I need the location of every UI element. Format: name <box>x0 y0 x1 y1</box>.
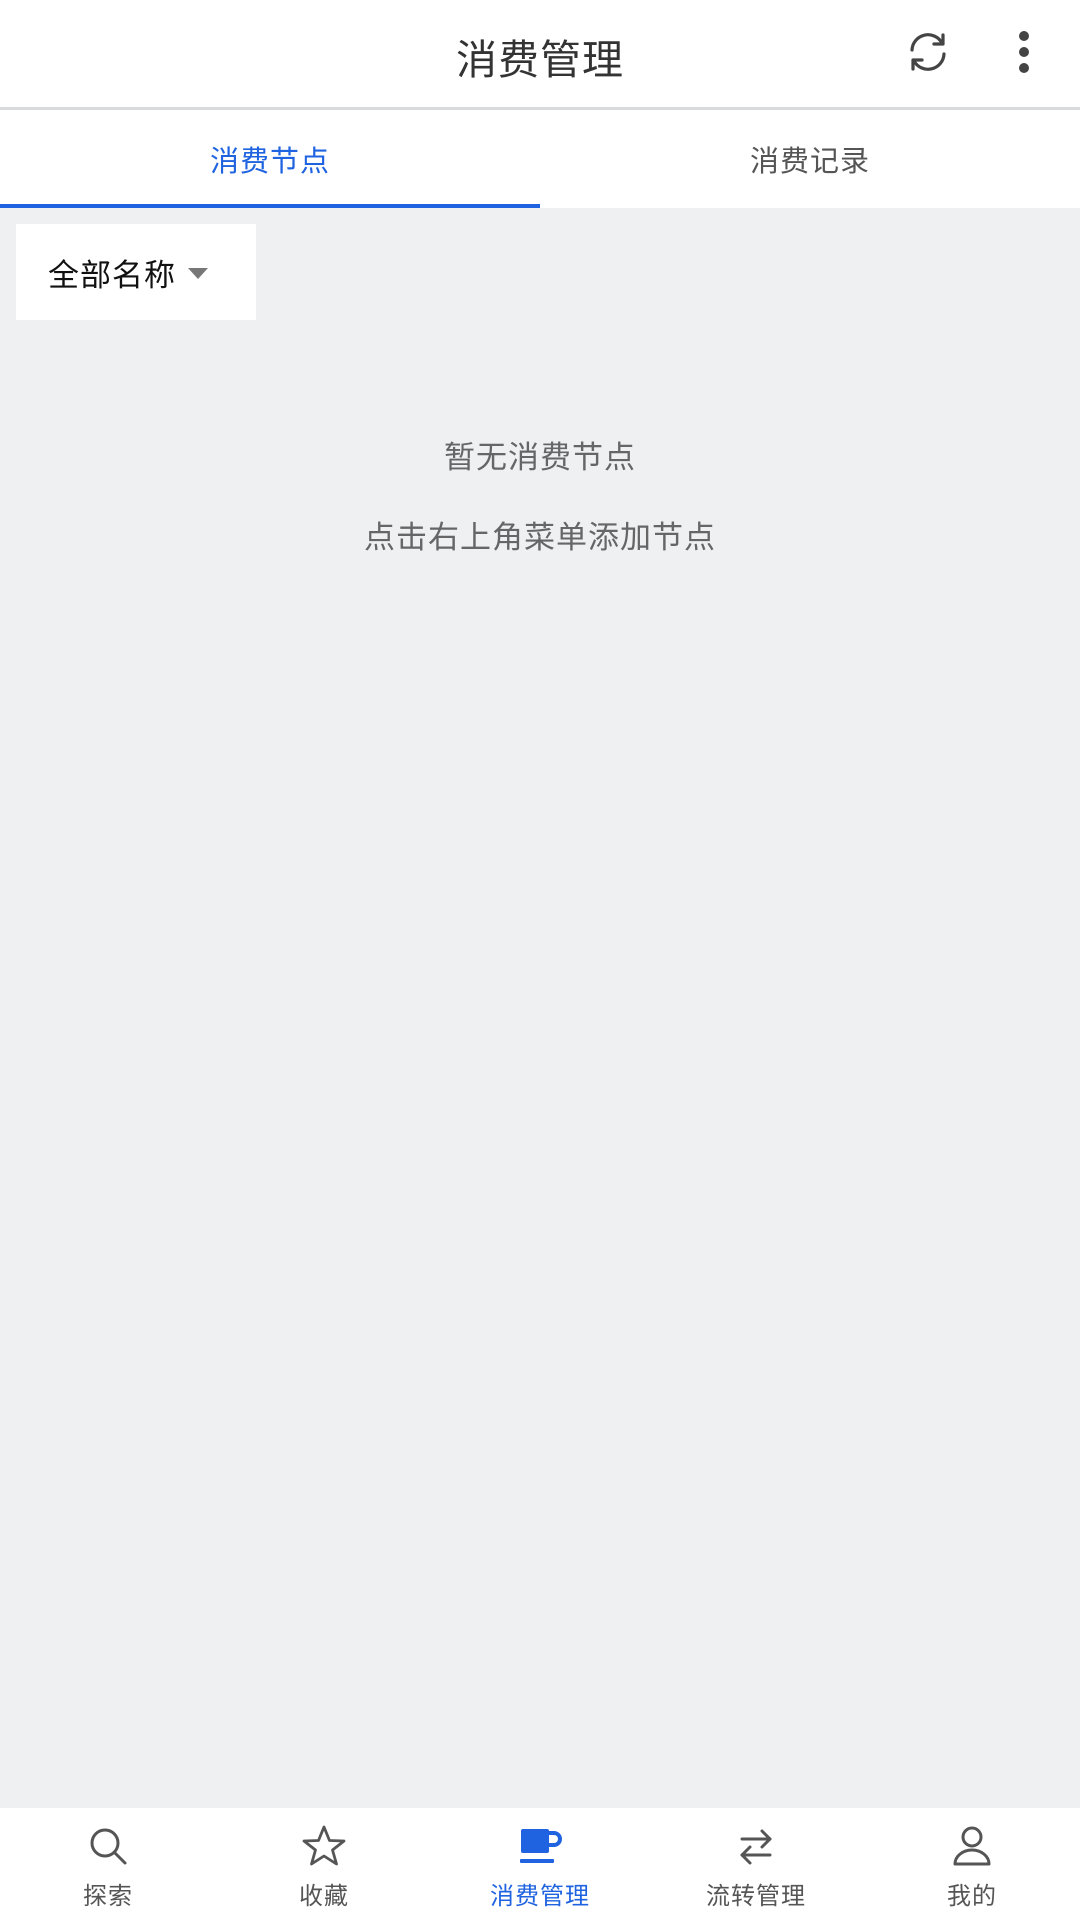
tab-consumption-records[interactable]: 消费记录 <box>540 110 1080 208</box>
caret-down-icon <box>188 267 208 279</box>
bottom-navigation: 探索 收藏 消费管理 流转管理 我的 <box>0 1808 1080 1920</box>
active-tab-indicator <box>0 204 540 208</box>
nav-item-consumption-management[interactable]: 消费管理 <box>432 1808 648 1920</box>
nav-label: 收藏 <box>299 1882 349 1910</box>
empty-state-title: 暂无消费节点 <box>444 440 636 476</box>
nav-item-explore[interactable]: 探索 <box>0 1808 216 1920</box>
swap-arrows-icon <box>732 1822 780 1870</box>
more-menu-button[interactable] <box>994 22 1054 82</box>
nav-item-favorites[interactable]: 收藏 <box>216 1808 432 1920</box>
coffee-cup-icon <box>516 1822 564 1870</box>
tab-bar: 消费节点 消费记录 <box>0 110 1080 208</box>
nav-label: 流转管理 <box>706 1882 806 1910</box>
more-vertical-icon <box>1019 31 1029 73</box>
nav-label: 我的 <box>947 1882 997 1910</box>
app-root: 消费管理 消费节点 消费记录 全部名称 暂无消费节点 点击右上角菜单添加节点 探… <box>0 0 1080 1920</box>
star-icon <box>300 1822 348 1870</box>
refresh-button[interactable] <box>898 22 958 82</box>
refresh-icon <box>910 33 946 71</box>
app-header: 消费管理 <box>0 0 1080 110</box>
tab-label: 消费记录 <box>749 144 870 178</box>
name-filter-dropdown[interactable]: 全部名称 <box>16 224 256 320</box>
tab-label: 消费节点 <box>209 144 330 178</box>
user-icon <box>948 1822 996 1870</box>
nav-item-profile[interactable]: 我的 <box>864 1808 1080 1920</box>
tab-consumption-nodes[interactable]: 消费节点 <box>0 110 540 208</box>
nav-label: 消费管理 <box>490 1882 590 1910</box>
nav-label: 探索 <box>83 1882 133 1910</box>
search-icon <box>84 1822 132 1870</box>
filter-selected-value: 全部名称 <box>48 257 176 294</box>
nav-item-flow-management[interactable]: 流转管理 <box>648 1808 864 1920</box>
empty-state-hint: 点击右上角菜单添加节点 <box>364 520 716 556</box>
